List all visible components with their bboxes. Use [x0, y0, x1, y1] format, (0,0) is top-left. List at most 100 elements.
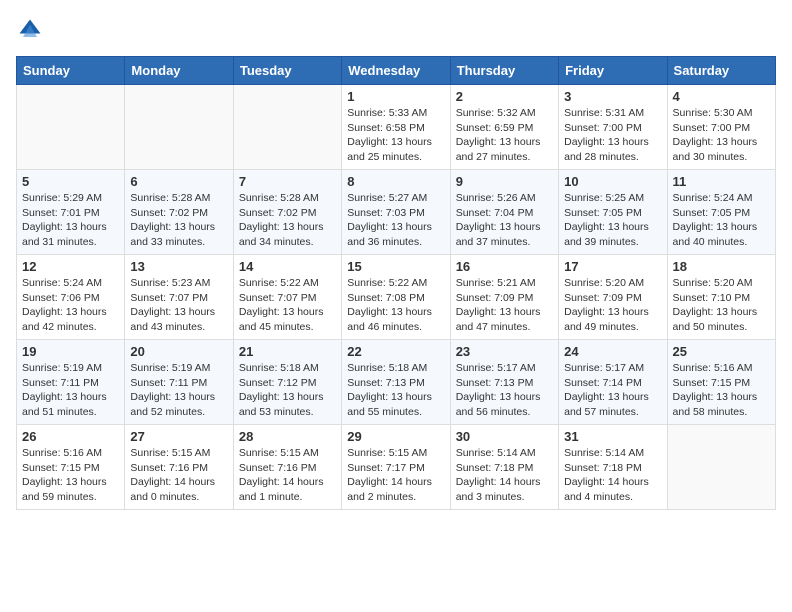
- day-number: 25: [673, 344, 770, 359]
- day-info: Sunrise: 5:26 AM Sunset: 7:04 PM Dayligh…: [456, 191, 553, 250]
- header-friday: Friday: [559, 57, 667, 85]
- day-number: 21: [239, 344, 336, 359]
- day-number: 20: [130, 344, 227, 359]
- header-sunday: Sunday: [17, 57, 125, 85]
- day-info: Sunrise: 5:27 AM Sunset: 7:03 PM Dayligh…: [347, 191, 444, 250]
- calendar-cell: 24Sunrise: 5:17 AM Sunset: 7:14 PM Dayli…: [559, 340, 667, 425]
- calendar-cell: 20 Sunrise: 5:19 AM Sunset: 7:11 PM Dayli…: [125, 340, 233, 425]
- calendar-cell: [667, 425, 775, 510]
- day-info: Sunrise: 5:17 AM Sunset: 7:14 PM Dayligh…: [564, 361, 661, 420]
- week-row-1: 1 Sunrise: 5:33 AM Sunset: 6:58 PM Daylig…: [17, 85, 776, 170]
- day-number: 1: [347, 89, 444, 104]
- day-number: 9: [456, 174, 553, 189]
- week-row-3: 12 Sunrise: 5:24 AM Sunset: 7:06 PM Dayli…: [17, 255, 776, 340]
- week-row-2: 5 Sunrise: 5:29 AM Sunset: 7:01 PM Daylig…: [17, 170, 776, 255]
- calendar-cell: 5 Sunrise: 5:29 AM Sunset: 7:01 PM Daylig…: [17, 170, 125, 255]
- calendar-table: SundayMondayTuesdayWednesdayThursdayFrid…: [16, 56, 776, 510]
- calendar-cell: 10Sunrise: 5:25 AM Sunset: 7:05 PM Dayli…: [559, 170, 667, 255]
- day-number: 6: [130, 174, 227, 189]
- day-info: Sunrise: 5:32 AM Sunset: 6:59 PM Dayligh…: [456, 106, 553, 165]
- day-number: 5: [22, 174, 119, 189]
- header-thursday: Thursday: [450, 57, 558, 85]
- day-number: 12: [22, 259, 119, 274]
- day-number: 28: [239, 429, 336, 444]
- calendar-cell: 2 Sunrise: 5:32 AM Sunset: 6:59 PM Daylig…: [450, 85, 558, 170]
- day-number: 23: [456, 344, 553, 359]
- calendar-cell: 17 Sunrise: 5:20 AM Sunset: 7:09 PM Dayli…: [559, 255, 667, 340]
- day-info: Sunrise: 5:18 AM Sunset: 7:12 PM Dayligh…: [239, 361, 336, 420]
- day-info: Sunrise: 5:20 AM Sunset: 7:09 PM Dayligh…: [564, 276, 661, 335]
- day-number: 7: [239, 174, 336, 189]
- day-info: Sunrise: 5:19 AM Sunset: 7:11 PM Dayligh…: [22, 361, 119, 420]
- page-header: [16, 16, 776, 44]
- calendar-cell: 23 Sunrise: 5:17 AM Sunset: 7:13 PM Dayli…: [450, 340, 558, 425]
- calendar-cell: 12 Sunrise: 5:24 AM Sunset: 7:06 PM Dayli…: [17, 255, 125, 340]
- day-number: 8: [347, 174, 444, 189]
- day-info: Sunrise: 5:18 AM Sunset: 7:13 PM Dayligh…: [347, 361, 444, 420]
- day-info: Sunrise: 5:24 AM Sunset: 7:06 PM Dayligh…: [22, 276, 119, 335]
- day-info: Sunrise: 5:31 AM Sunset: 7:00 PM Dayligh…: [564, 106, 661, 165]
- calendar-cell: 8 Sunrise: 5:27 AM Sunset: 7:03 PM Daylig…: [342, 170, 450, 255]
- calendar-cell: [125, 85, 233, 170]
- day-number: 13: [130, 259, 227, 274]
- day-number: 22: [347, 344, 444, 359]
- day-info: Sunrise: 5:29 AM Sunset: 7:01 PM Dayligh…: [22, 191, 119, 250]
- header-monday: Monday: [125, 57, 233, 85]
- calendar-cell: 26Sunrise: 5:16 AM Sunset: 7:15 PM Dayli…: [17, 425, 125, 510]
- day-number: 17: [564, 259, 661, 274]
- week-row-4: 19 Sunrise: 5:19 AM Sunset: 7:11 PM Dayli…: [17, 340, 776, 425]
- calendar-body: 1 Sunrise: 5:33 AM Sunset: 6:58 PM Daylig…: [17, 85, 776, 510]
- day-info: Sunrise: 5:28 AM Sunset: 7:02 PM Dayligh…: [239, 191, 336, 250]
- calendar-cell: 14 Sunrise: 5:22 AM Sunset: 7:07 PM Dayli…: [233, 255, 341, 340]
- calendar-cell: 27Sunrise: 5:15 AM Sunset: 7:16 PM Dayli…: [125, 425, 233, 510]
- calendar-cell: 9 Sunrise: 5:26 AM Sunset: 7:04 PM Daylig…: [450, 170, 558, 255]
- header-tuesday: Tuesday: [233, 57, 341, 85]
- calendar-cell: [233, 85, 341, 170]
- day-info: Sunrise: 5:19 AM Sunset: 7:11 PM Dayligh…: [130, 361, 227, 420]
- day-info: Sunrise: 5:28 AM Sunset: 7:02 PM Dayligh…: [130, 191, 227, 250]
- calendar-cell: 11 Sunrise: 5:24 AM Sunset: 7:05 PM Dayli…: [667, 170, 775, 255]
- calendar-cell: 29Sunrise: 5:15 AM Sunset: 7:17 PM Dayli…: [342, 425, 450, 510]
- calendar-cell: 7 Sunrise: 5:28 AM Sunset: 7:02 PM Daylig…: [233, 170, 341, 255]
- day-number: 26: [22, 429, 119, 444]
- calendar-cell: 1 Sunrise: 5:33 AM Sunset: 6:58 PM Daylig…: [342, 85, 450, 170]
- calendar-cell: 4 Sunrise: 5:30 AM Sunset: 7:00 PM Daylig…: [667, 85, 775, 170]
- day-number: 4: [673, 89, 770, 104]
- day-info: Sunrise: 5:15 AM Sunset: 7:17 PM Dayligh…: [347, 446, 444, 505]
- header-wednesday: Wednesday: [342, 57, 450, 85]
- calendar-cell: 25Sunrise: 5:16 AM Sunset: 7:15 PM Dayli…: [667, 340, 775, 425]
- day-number: 16: [456, 259, 553, 274]
- calendar-cell: 16 Sunrise: 5:21 AM Sunset: 7:09 PM Dayli…: [450, 255, 558, 340]
- week-row-5: 26Sunrise: 5:16 AM Sunset: 7:15 PM Dayli…: [17, 425, 776, 510]
- calendar-cell: 19 Sunrise: 5:19 AM Sunset: 7:11 PM Dayli…: [17, 340, 125, 425]
- day-number: 10: [564, 174, 661, 189]
- day-info: Sunrise: 5:20 AM Sunset: 7:10 PM Dayligh…: [673, 276, 770, 335]
- calendar-cell: 15 Sunrise: 5:22 AM Sunset: 7:08 PM Dayli…: [342, 255, 450, 340]
- calendar-cell: 31Sunrise: 5:14 AM Sunset: 7:18 PM Dayli…: [559, 425, 667, 510]
- day-info: Sunrise: 5:21 AM Sunset: 7:09 PM Dayligh…: [456, 276, 553, 335]
- day-info: Sunrise: 5:22 AM Sunset: 7:08 PM Dayligh…: [347, 276, 444, 335]
- day-info: Sunrise: 5:17 AM Sunset: 7:13 PM Dayligh…: [456, 361, 553, 420]
- calendar-cell: 21 Sunrise: 5:18 AM Sunset: 7:12 PM Dayli…: [233, 340, 341, 425]
- day-number: 30: [456, 429, 553, 444]
- day-info: Sunrise: 5:14 AM Sunset: 7:18 PM Dayligh…: [564, 446, 661, 505]
- day-number: 27: [130, 429, 227, 444]
- day-info: Sunrise: 5:24 AM Sunset: 7:05 PM Dayligh…: [673, 191, 770, 250]
- day-number: 15: [347, 259, 444, 274]
- day-number: 2: [456, 89, 553, 104]
- calendar-cell: 3Sunrise: 5:31 AM Sunset: 7:00 PM Daylig…: [559, 85, 667, 170]
- calendar-cell: 28 Sunrise: 5:15 AM Sunset: 7:16 PM Dayli…: [233, 425, 341, 510]
- day-info: Sunrise: 5:30 AM Sunset: 7:00 PM Dayligh…: [673, 106, 770, 165]
- day-info: Sunrise: 5:33 AM Sunset: 6:58 PM Dayligh…: [347, 106, 444, 165]
- day-info: Sunrise: 5:22 AM Sunset: 7:07 PM Dayligh…: [239, 276, 336, 335]
- day-info: Sunrise: 5:23 AM Sunset: 7:07 PM Dayligh…: [130, 276, 227, 335]
- calendar-cell: 22 Sunrise: 5:18 AM Sunset: 7:13 PM Dayli…: [342, 340, 450, 425]
- calendar-header-row: SundayMondayTuesdayWednesdayThursdayFrid…: [17, 57, 776, 85]
- day-number: 19: [22, 344, 119, 359]
- calendar-cell: 30 Sunrise: 5:14 AM Sunset: 7:18 PM Dayli…: [450, 425, 558, 510]
- day-info: Sunrise: 5:14 AM Sunset: 7:18 PM Dayligh…: [456, 446, 553, 505]
- day-info: Sunrise: 5:15 AM Sunset: 7:16 PM Dayligh…: [239, 446, 336, 505]
- day-number: 11: [673, 174, 770, 189]
- day-number: 14: [239, 259, 336, 274]
- header-saturday: Saturday: [667, 57, 775, 85]
